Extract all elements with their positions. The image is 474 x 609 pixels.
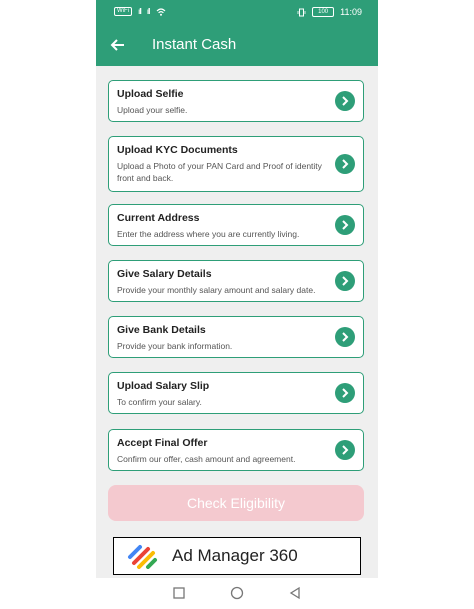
ad-text: Ad Manager 360 bbox=[172, 546, 298, 565]
status-bar: WiFi ıll ıll 100 11:09 bbox=[96, 0, 378, 24]
app-bar: Instant Cash bbox=[96, 24, 378, 66]
back-icon bbox=[289, 586, 300, 600]
step-title: Upload Salary Slip bbox=[117, 380, 210, 392]
step-title: Upload Selfie bbox=[117, 88, 184, 100]
step-title: Give Bank Details bbox=[117, 324, 206, 336]
step-description: Provide your bank information. bbox=[117, 341, 233, 351]
step-card-upload-kyc[interactable]: Upload KYC Documents Upload a Photo of y… bbox=[108, 136, 364, 192]
clock: 11:09 bbox=[340, 7, 362, 17]
chevron-right-icon bbox=[335, 440, 355, 460]
wifi-icon bbox=[156, 7, 165, 16]
wifi-badge: WiFi bbox=[114, 7, 132, 16]
step-card-upload-selfie[interactable]: Upload Selfie Upload your selfie. bbox=[108, 80, 364, 122]
step-card-current-address[interactable]: Current Address Enter the address where … bbox=[108, 204, 364, 246]
check-eligibility-button[interactable]: Check Eligibility bbox=[108, 485, 364, 521]
chevron-right-icon bbox=[335, 91, 355, 111]
step-description: Upload your selfie. bbox=[117, 105, 188, 115]
recent-apps-button[interactable] bbox=[171, 585, 187, 601]
step-card-salary-slip[interactable]: Upload Salary Slip To confirm your salar… bbox=[108, 372, 364, 414]
chevron-right-icon bbox=[335, 383, 355, 403]
step-title: Accept Final Offer bbox=[117, 437, 208, 449]
nav-back-button[interactable] bbox=[287, 585, 303, 601]
step-card-bank-details[interactable]: Give Bank Details Provide your bank info… bbox=[108, 316, 364, 358]
vibrate-icon bbox=[297, 8, 306, 16]
step-title: Current Address bbox=[117, 212, 200, 224]
phone-screen: WiFi ıll ıll 100 11:09 Instant Cash Uplo… bbox=[96, 0, 378, 609]
signal-icon: ıll bbox=[138, 7, 142, 16]
chevron-right-icon bbox=[335, 215, 355, 235]
chevron-right-icon bbox=[335, 327, 355, 347]
arrow-left-icon bbox=[110, 39, 124, 51]
step-description: Provide your monthly salary amount and s… bbox=[117, 285, 316, 295]
step-description: To confirm your salary. bbox=[117, 397, 202, 407]
chevron-right-icon bbox=[335, 271, 355, 291]
ad-banner[interactable]: Ad Manager 360 bbox=[113, 537, 361, 575]
home-icon bbox=[230, 586, 244, 600]
step-card-salary-details[interactable]: Give Salary Details Provide your monthly… bbox=[108, 260, 364, 302]
step-title: Upload KYC Documents bbox=[117, 144, 238, 156]
back-button[interactable] bbox=[108, 35, 128, 55]
step-description: Enter the address where you are currentl… bbox=[117, 229, 300, 239]
system-nav-bar bbox=[96, 578, 378, 609]
ad-manager-logo-icon bbox=[128, 545, 157, 569]
battery-icon: 100 bbox=[312, 7, 335, 17]
step-card-final-offer[interactable]: Accept Final Offer Confirm our offer, ca… bbox=[108, 429, 364, 471]
step-description: Confirm our offer, cash amount and agree… bbox=[117, 454, 296, 464]
recent-apps-icon bbox=[173, 587, 185, 599]
page-title: Instant Cash bbox=[152, 36, 237, 53]
home-button[interactable] bbox=[229, 585, 245, 601]
step-description: Upload a Photo of your PAN Card and Proo… bbox=[117, 161, 322, 183]
chevron-right-icon bbox=[335, 154, 355, 174]
step-title: Give Salary Details bbox=[117, 268, 212, 280]
signal-icon-2: ıll bbox=[146, 7, 151, 16]
